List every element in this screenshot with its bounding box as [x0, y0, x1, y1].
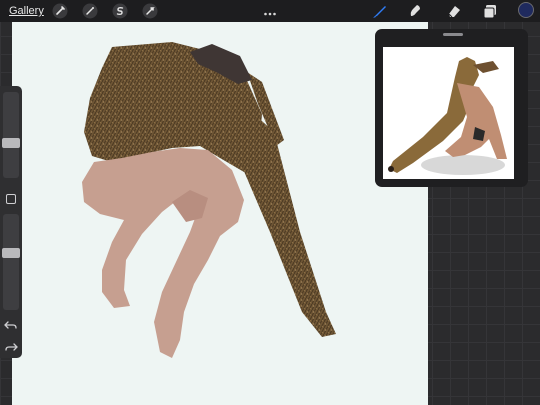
layers-icon[interactable] [482, 3, 498, 19]
eraser-icon[interactable] [446, 3, 462, 19]
ellipsis-icon[interactable] [263, 4, 277, 16]
opacity-slider[interactable] [2, 214, 20, 310]
reference-image [383, 47, 514, 179]
reference-window[interactable] [375, 29, 528, 187]
skin-stroke [82, 148, 244, 358]
undo-icon[interactable] [4, 318, 18, 330]
wrench-icon[interactable] [52, 3, 68, 19]
square-modifier-icon[interactable] [6, 194, 16, 204]
gallery-button[interactable]: Gallery [9, 5, 44, 17]
smudge-icon[interactable] [407, 3, 423, 19]
drag-handle-icon[interactable] [443, 33, 463, 36]
brush-icon[interactable] [372, 3, 388, 19]
drawing-canvas[interactable] [12, 22, 428, 405]
color-picker-button[interactable] [518, 2, 534, 18]
selection-s-icon[interactable] [112, 3, 128, 19]
top-toolbar: Gallery [0, 0, 540, 22]
opacity-knob[interactable] [2, 248, 20, 258]
redo-icon[interactable] [4, 340, 18, 352]
arrow-cursor-icon[interactable] [142, 3, 158, 19]
left-sidebar [0, 86, 22, 358]
brush-size-knob[interactable] [2, 138, 20, 148]
magic-wand-icon[interactable] [82, 3, 98, 19]
canvas-artwork [82, 42, 336, 358]
brush-size-slider[interactable] [2, 92, 20, 178]
